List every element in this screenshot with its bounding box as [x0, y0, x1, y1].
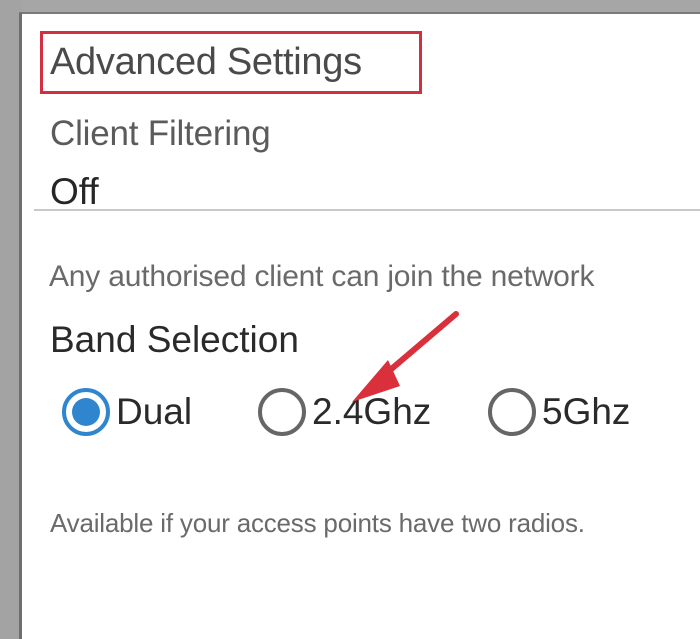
divider	[34, 209, 700, 211]
page-title: Advanced Settings	[50, 41, 362, 83]
radio-option-2-4ghz[interactable]: 2.4Ghz	[258, 384, 431, 440]
client-filtering-value[interactable]: Off	[50, 171, 99, 213]
radio-option-5ghz[interactable]: 5Ghz	[488, 384, 630, 440]
radio-label-5ghz: 5Ghz	[542, 391, 631, 432]
radio-unselected-icon[interactable]	[488, 388, 536, 436]
band-selection-help: Available if your access points have two…	[50, 508, 585, 538]
advanced-settings-panel: Advanced Settings Client Filtering Off A…	[22, 14, 700, 639]
band-selection-label: Band Selection	[50, 319, 299, 360]
radio-label-dual: Dual	[116, 391, 193, 432]
radio-label-2-4ghz: 2.4Ghz	[312, 391, 432, 432]
radio-unselected-icon[interactable]	[258, 388, 306, 436]
client-filtering-help: Any authorised client can join the netwo…	[49, 260, 595, 293]
radio-option-dual[interactable]: Dual	[62, 384, 192, 440]
client-filtering-label: Client Filtering	[50, 114, 271, 153]
radio-selected-icon[interactable]	[62, 388, 110, 436]
